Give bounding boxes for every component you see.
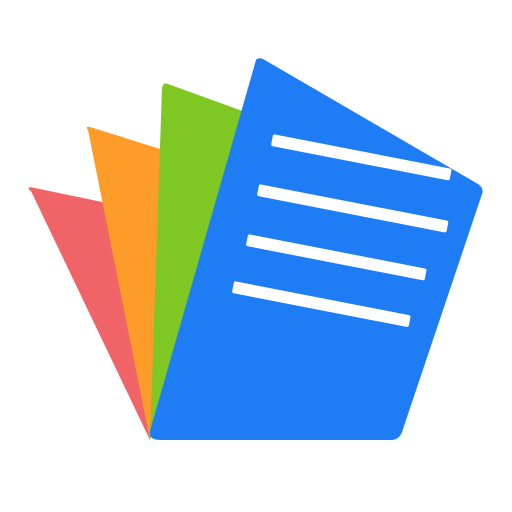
document-stack-icon <box>28 58 483 441</box>
app-icon <box>0 0 512 512</box>
